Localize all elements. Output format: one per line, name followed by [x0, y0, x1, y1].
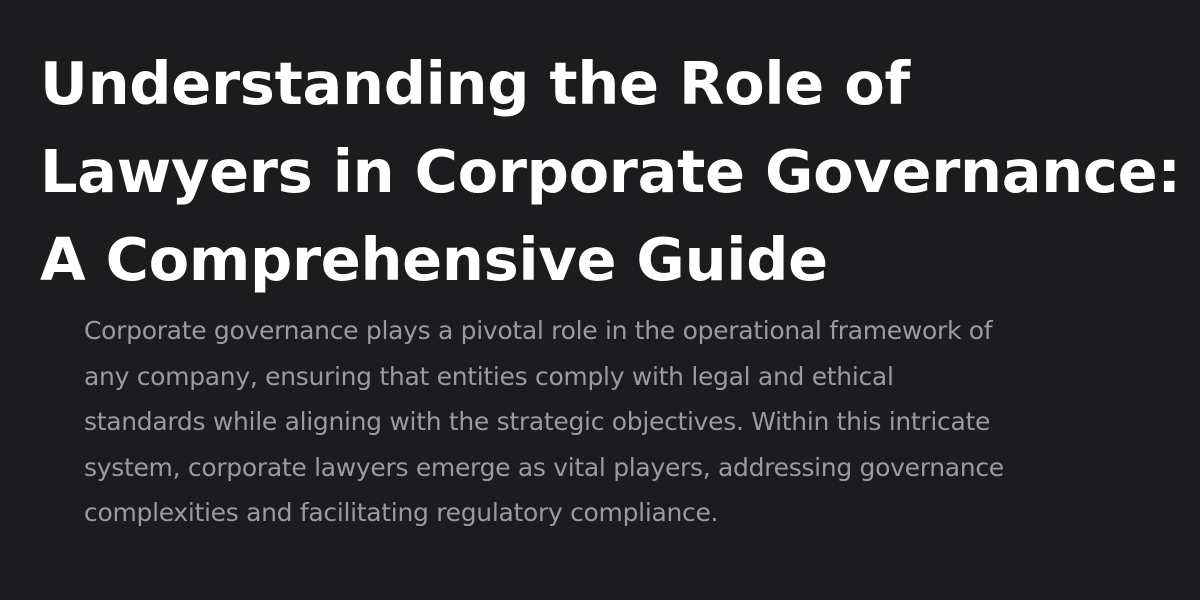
- title-line: A Comprehensive Guide: [40, 225, 828, 294]
- excerpt-line: complexities and facilitating regulatory…: [84, 498, 719, 527]
- title-line: Lawyers in Corporate Governance:: [40, 137, 1181, 206]
- excerpt-line: standards while aligning with the strate…: [84, 407, 991, 436]
- article-card: Understanding the Role of Lawyers in Cor…: [0, 0, 1200, 600]
- excerpt-line: Corporate governance plays a pivotal rol…: [84, 316, 993, 345]
- article-excerpt: Corporate governance plays a pivotal rol…: [84, 308, 1164, 536]
- title-line: Understanding the Role of: [40, 49, 910, 118]
- excerpt-line: any company, ensuring that entities comp…: [84, 361, 894, 391]
- article-title: Understanding the Role of Lawyers in Cor…: [40, 40, 1181, 304]
- excerpt-line: system, corporate lawyers emerge as vita…: [84, 452, 1004, 482]
